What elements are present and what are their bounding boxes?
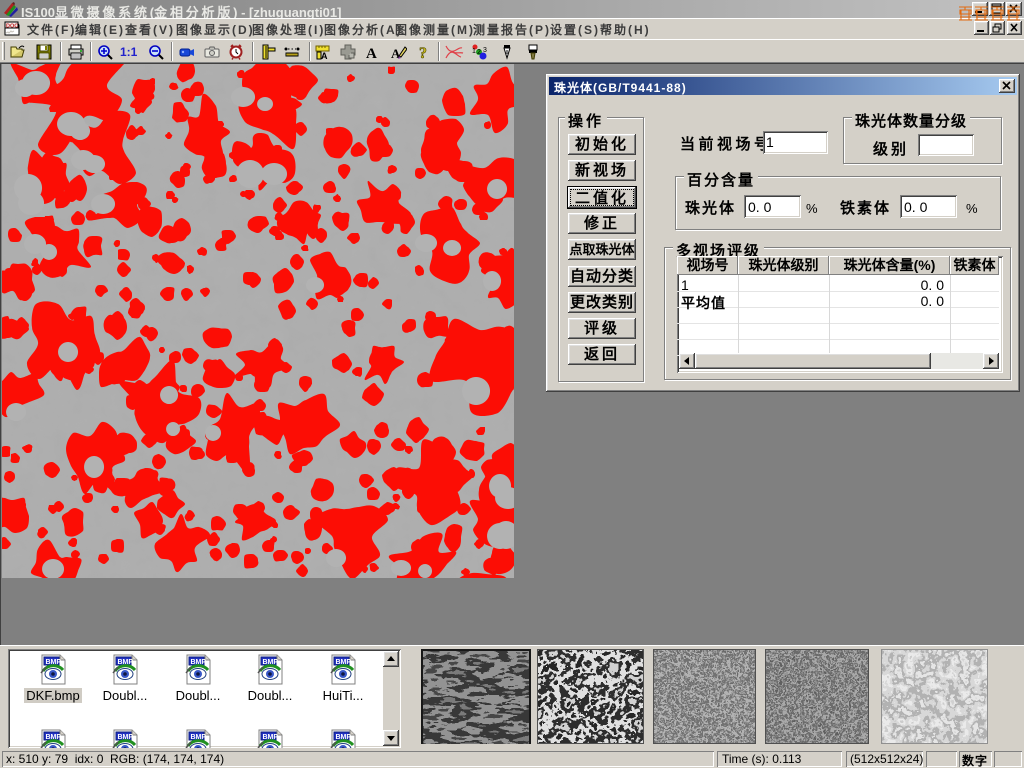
svg-text:1:1: 1:1 <box>120 45 138 59</box>
svg-text:1: 1 <box>472 48 476 55</box>
svg-text:?: ? <box>419 45 427 60</box>
svg-text:2: 2 <box>477 49 481 56</box>
svg-text:3: 3 <box>483 47 487 54</box>
svg-text:A: A <box>321 51 328 60</box>
svg-text:A: A <box>366 46 377 60</box>
